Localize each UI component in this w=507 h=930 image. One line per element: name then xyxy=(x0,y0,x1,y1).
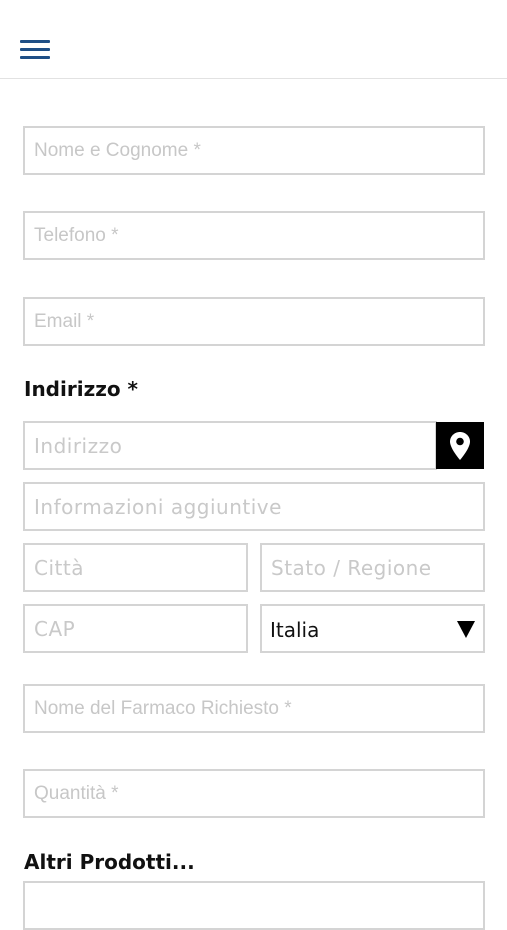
other-products-field[interactable] xyxy=(23,881,485,930)
country-value: Italia xyxy=(270,618,320,642)
email-input[interactable] xyxy=(25,299,483,344)
country-select[interactable]: Italia xyxy=(260,604,485,653)
phone-field[interactable] xyxy=(23,211,485,260)
quantity-field[interactable] xyxy=(23,769,485,818)
quantity-input[interactable] xyxy=(25,771,483,816)
extra-info-input[interactable] xyxy=(25,484,483,529)
address-label: Indirizzo * xyxy=(24,377,139,401)
zip-input[interactable] xyxy=(25,606,246,651)
dropdown-arrow-icon xyxy=(457,621,475,638)
hamburger-menu-icon[interactable] xyxy=(20,40,50,62)
address-input[interactable] xyxy=(25,423,435,468)
extra-info-field[interactable] xyxy=(23,482,485,531)
state-input[interactable] xyxy=(262,545,483,590)
zip-field[interactable] xyxy=(23,604,248,653)
email-field[interactable] xyxy=(23,297,485,346)
map-pin-icon xyxy=(450,432,470,460)
name-field[interactable] xyxy=(23,126,485,175)
state-field[interactable] xyxy=(260,543,485,592)
location-button[interactable] xyxy=(436,422,484,469)
app-header xyxy=(0,0,507,79)
name-input[interactable] xyxy=(25,128,483,173)
address-field[interactable] xyxy=(23,421,437,470)
other-products-label: Altri Prodotti... xyxy=(24,850,195,874)
city-field[interactable] xyxy=(23,543,248,592)
drug-name-input[interactable] xyxy=(25,686,483,731)
phone-input[interactable] xyxy=(25,213,483,258)
drug-name-field[interactable] xyxy=(23,684,485,733)
city-input[interactable] xyxy=(25,545,246,590)
